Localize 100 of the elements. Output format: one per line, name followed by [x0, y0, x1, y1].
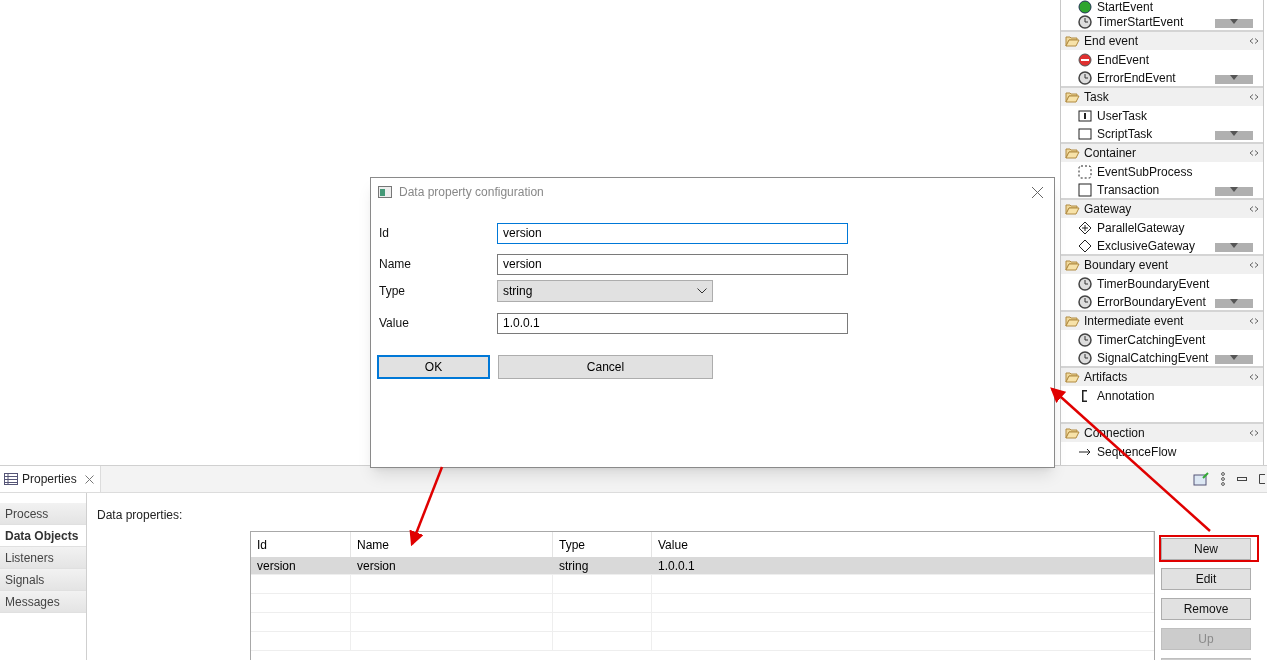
group-title: Artifacts — [1084, 369, 1129, 386]
palette-item[interactable]: StartEvent — [1097, 0, 1154, 14]
folder-icon — [1065, 427, 1080, 439]
field-label: Value — [379, 315, 410, 332]
collapse-icon[interactable] — [1249, 430, 1259, 436]
palette-item[interactable]: ParallelGateway — [1097, 221, 1185, 235]
close-icon[interactable] — [1032, 186, 1043, 198]
minimize-icon[interactable] — [1237, 477, 1247, 481]
scroll-overlay[interactable] — [1215, 75, 1253, 84]
palette-item[interactable]: ScriptTask — [1097, 127, 1153, 141]
dialog-button[interactable]: Cancel — [498, 355, 713, 379]
collapse-icon[interactable] — [1249, 318, 1259, 324]
palette-item[interactable]: ErrorEndEvent — [1097, 71, 1176, 85]
side-tab[interactable]: Messages — [0, 591, 86, 613]
palette-item[interactable]: Annotation — [1097, 389, 1155, 403]
palette-item[interactable]: TimerCatchingEvent — [1097, 333, 1206, 347]
dialog-button[interactable]: OK — [377, 355, 490, 379]
group-title: End event — [1084, 33, 1140, 50]
side-tab[interactable]: Listeners — [0, 547, 86, 569]
folder-icon — [1065, 147, 1080, 159]
palette-item[interactable]: ErrorBoundaryEvent — [1097, 295, 1206, 309]
group-title: Intermediate event — [1084, 313, 1185, 330]
chevron-down-icon — [697, 288, 707, 294]
folder-icon — [1065, 91, 1080, 103]
caret-icon — [1230, 299, 1238, 304]
bracket-icon — [1082, 390, 1087, 402]
palette-group-header[interactable]: Intermediate event — [1061, 312, 1263, 330]
input-field[interactable]: 1.0.0.1 — [497, 312, 848, 334]
collapse-icon[interactable] — [1249, 150, 1259, 156]
type-dropdown[interactable]: string — [497, 280, 713, 302]
diamond-icon — [1078, 239, 1092, 253]
folder-icon — [1065, 371, 1080, 383]
caret-icon — [1230, 131, 1238, 136]
palette-item[interactable]: UserTask — [1097, 109, 1147, 123]
group-title: Gateway — [1084, 201, 1133, 218]
scroll-overlay[interactable] — [1215, 19, 1253, 28]
window-icon — [378, 186, 392, 198]
kebab-icon[interactable] — [1221, 472, 1225, 486]
palette-group-header[interactable]: Artifacts — [1061, 368, 1263, 386]
collapse-icon[interactable] — [1249, 262, 1259, 268]
folder-icon — [1065, 203, 1080, 215]
input-field[interactable]: version — [497, 222, 848, 244]
palette-item[interactable]: ExclusiveGateway — [1097, 239, 1196, 253]
palette-item[interactable]: EndEvent — [1097, 53, 1150, 67]
input-field[interactable]: version — [497, 253, 848, 275]
caret-icon — [1230, 75, 1238, 80]
field-label: Id — [379, 225, 390, 242]
scroll-overlay[interactable] — [1215, 187, 1253, 196]
folder-icon — [1065, 259, 1080, 271]
clock-icon — [1078, 277, 1092, 291]
maximize-icon[interactable] — [1259, 474, 1265, 484]
close-icon[interactable] — [84, 474, 94, 484]
collapse-icon[interactable] — [1249, 206, 1259, 212]
plus-diamond-icon — [1078, 221, 1092, 235]
table-cell-text: string — [558, 557, 590, 575]
action-button[interactable]: New — [1161, 538, 1251, 560]
palette-item[interactable]: Transaction — [1097, 183, 1160, 197]
stop-circle-icon — [1078, 53, 1092, 67]
side-tab[interactable]: Process — [0, 503, 86, 525]
action-button[interactable]: Edit — [1161, 568, 1251, 590]
palette-group-header[interactable]: Gateway — [1061, 200, 1263, 218]
scroll-overlay[interactable] — [1215, 355, 1253, 364]
caret-icon — [1230, 355, 1238, 360]
palette-item[interactable]: TimerBoundaryEvent — [1097, 277, 1210, 291]
table-cell-text: 1.0.0.1 — [657, 557, 696, 575]
group-title: Task — [1084, 89, 1110, 106]
palette-group-header[interactable]: End event — [1061, 32, 1263, 50]
clock-icon — [1078, 71, 1092, 85]
properties-tab[interactable]: Properties — [0, 466, 101, 492]
palette-item[interactable]: SignalCatchingEvent — [1097, 351, 1209, 365]
palette-item[interactable]: EventSubProcess — [1097, 165, 1193, 179]
dialog-title: Data property configuration — [399, 184, 545, 201]
palette-group-header[interactable]: Container — [1061, 144, 1263, 162]
folder-icon — [1065, 315, 1080, 327]
table-icon — [4, 473, 18, 485]
group-title: Boundary event — [1084, 257, 1170, 274]
user-task-icon — [1078, 109, 1092, 123]
folder-icon — [1065, 35, 1080, 47]
scroll-overlay[interactable] — [1215, 131, 1253, 140]
clock-icon — [1078, 333, 1092, 347]
palette-item[interactable]: TimerStartEvent — [1097, 15, 1184, 29]
clock-icon — [1078, 351, 1092, 365]
caret-icon — [1230, 243, 1238, 248]
palette-group-header[interactable]: Boundary event — [1061, 256, 1263, 274]
dashed-square-icon — [1078, 165, 1092, 179]
section-label: Data properties: — [97, 507, 184, 524]
side-tab[interactable]: Signals — [0, 569, 86, 591]
group-title: Container — [1084, 145, 1138, 162]
collapse-icon[interactable] — [1249, 374, 1259, 380]
clock-icon — [1078, 15, 1092, 29]
table-row[interactable]: version version string 1.0.0.1 — [251, 557, 1154, 575]
field-label: Name — [379, 256, 412, 273]
palette-group-header[interactable]: Task — [1061, 88, 1263, 106]
caret-icon — [1230, 19, 1238, 24]
table-cell-text: version — [356, 557, 397, 575]
scroll-overlay[interactable] — [1215, 299, 1253, 308]
action-button[interactable]: Remove — [1161, 598, 1251, 620]
collapse-icon[interactable] — [1249, 38, 1259, 44]
collapse-icon[interactable] — [1249, 94, 1259, 100]
scroll-overlay[interactable] — [1215, 243, 1253, 252]
